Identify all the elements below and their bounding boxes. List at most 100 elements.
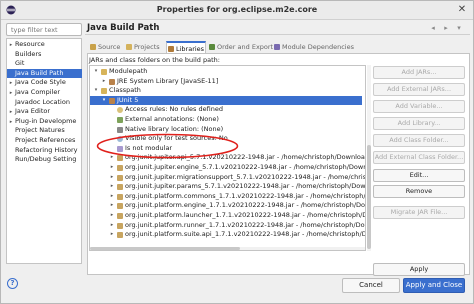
expand-arrow-icon[interactable]: ▸ — [108, 192, 116, 202]
sidebar-item-builders[interactable]: Builders — [7, 50, 82, 60]
back-arrow-icon[interactable]: ◂ — [427, 23, 439, 33]
sidebar-item-label: Javadoc Location — [15, 97, 70, 106]
jar-icon — [117, 213, 123, 219]
sidebar-item-label: Java Compiler — [15, 88, 61, 96]
tab-source[interactable]: Source — [89, 41, 123, 53]
sidebar-item-java-build-path[interactable]: Java Build Path — [7, 68, 82, 79]
expand-arrow-icon[interactable]: ▸ — [108, 201, 116, 211]
sidebar-item-label: Project Natures — [15, 126, 65, 135]
apply-button[interactable]: Apply — [373, 263, 465, 276]
add-external-class-folder-button[interactable]: Add External Class Folder... — [373, 151, 465, 164]
tree-row[interactable]: ▸ org.junit.platform.suite.api_1.7.1.v202… — [90, 230, 365, 240]
forward-arrow-icon[interactable]: ▸ — [440, 23, 452, 33]
tab-order-and-export[interactable]: Order and Export — [208, 41, 273, 53]
cancel-button[interactable]: Cancel — [342, 278, 400, 293]
sidebar-item-project-natures[interactable]: Project Natures — [7, 126, 82, 136]
tree-row-label: Modulepath — [109, 67, 148, 75]
tree-horizontal-scrollbar[interactable] — [90, 247, 365, 250]
title-bar[interactable]: Properties for org.eclipse.m2e.core ✕ — [1, 1, 473, 20]
jar-icon — [117, 165, 123, 171]
tree-row[interactable]: ▸ org.junit.jupiter.migrationsupport_5.7.… — [90, 173, 365, 183]
property-page-tree[interactable]: ▸ Resource Builders Git Java Build Path ▸ Java… — [6, 38, 82, 264]
remove-button[interactable]: Remove — [373, 185, 465, 198]
tree-row[interactable]: ▾ Modulepath — [90, 67, 362, 77]
close-icon[interactable]: ✕ — [456, 4, 468, 16]
tab-libraries[interactable]: Libraries — [166, 41, 206, 53]
expand-arrow-icon[interactable]: ▸ — [108, 182, 116, 192]
expand-arrow-icon[interactable]: ▸ — [7, 108, 15, 117]
sidebar-item-label: Java Build Path — [15, 68, 64, 77]
sidebar-item-label: Project References — [15, 136, 76, 144]
expand-arrow-icon[interactable]: ▸ — [108, 230, 116, 240]
tab-module-dependencies[interactable]: Module Dependencies — [273, 41, 355, 53]
tab-icon — [274, 44, 280, 50]
tab-icon — [168, 46, 174, 52]
tree-row[interactable]: Access rules: No rules defined — [90, 105, 362, 115]
help-icon[interactable]: ? — [7, 278, 18, 289]
add-variable-button[interactable]: Add Variable... — [373, 100, 465, 113]
add-jars-button[interactable]: Add JARs... — [373, 66, 465, 79]
filter-input[interactable] — [6, 23, 82, 36]
annot-icon — [117, 117, 123, 123]
add-class-folder-button[interactable]: Add Class Folder... — [373, 134, 465, 147]
libraries-description: JARs and class folders on the build path… — [89, 56, 220, 64]
sidebar-item-label: Builders — [15, 49, 42, 58]
expand-arrow-icon[interactable]: ▸ — [7, 41, 15, 50]
expand-arrow-icon[interactable]: ▸ — [108, 163, 116, 173]
sidebar-item-plug-in-developme[interactable]: ▸ Plug-in Developme — [7, 117, 82, 127]
tab-label: Module Dependencies — [282, 43, 354, 51]
expand-arrow-icon[interactable]: ▸ — [100, 77, 108, 87]
tree-row[interactable]: ▸ org.junit.jupiter.engine_5.7.1.v2021022… — [90, 163, 365, 173]
tab-projects[interactable]: Projects — [125, 41, 165, 53]
migrate-jar-file-button[interactable]: Migrate JAR File... — [373, 206, 465, 219]
tree-row-label: Classpath — [109, 86, 141, 95]
library-icon — [109, 78, 115, 85]
expand-arrow-icon[interactable]: ▸ — [108, 211, 116, 221]
sidebar-item-java-editor[interactable]: ▸ Java Editor — [7, 107, 82, 117]
native-icon — [117, 126, 123, 133]
scrollbar-thumb[interactable] — [90, 247, 240, 250]
expand-arrow-icon[interactable]: ▸ — [7, 89, 15, 98]
sidebar-item-resource[interactable]: ▸ Resource — [7, 40, 82, 50]
tree-row-label: External annotations: (None) — [125, 115, 219, 123]
expand-arrow-icon[interactable]: ▾ — [100, 96, 108, 106]
tree-row-label: org.junit.jupiter.engine_5.7.1.v20210222… — [125, 163, 366, 171]
sidebar-item-javadoc-location[interactable]: Javadoc Location — [7, 98, 82, 108]
sidebar-item-run-debug-setting[interactable]: Run/Debug Setting — [7, 155, 82, 165]
tree-row[interactable]: ▸ org.junit.jupiter.params_5.7.1.v2021022… — [90, 182, 365, 192]
sidebar-item-label: Java Editor — [15, 107, 51, 116]
expand-arrow-icon[interactable]: ▸ — [7, 118, 15, 127]
sidebar-item-refactoring-history[interactable]: Refactoring History — [7, 146, 82, 156]
tree-row[interactable]: ▸ org.junit.platform.runner_1.7.1.v202102… — [90, 221, 365, 231]
tree-row[interactable]: ▸ org.junit.platform.commons_1.7.1.v20210… — [90, 192, 365, 202]
tree-row[interactable]: ▾ JUnit 5 — [90, 95, 362, 106]
add-library-button[interactable]: Add Library... — [373, 117, 465, 130]
sidebar-item-label: Run/Debug Setting — [15, 155, 77, 164]
sidebar-item-project-references[interactable]: Project References — [7, 136, 82, 146]
jar-icon — [117, 222, 123, 229]
folder-icon — [101, 88, 107, 95]
expand-arrow-icon[interactable]: ▾ — [92, 67, 100, 77]
tree-row[interactable]: ▸ org.junit.platform.launcher_1.7.1.v2021… — [90, 211, 365, 221]
scrollbar-thumb[interactable] — [367, 145, 371, 249]
expand-arrow-icon[interactable]: ▸ — [108, 221, 116, 231]
sidebar-item-java-code-style[interactable]: ▸ Java Code Style — [7, 78, 82, 88]
sidebar-item-label: Plug-in Developme — [15, 116, 77, 125]
menu-arrow-icon[interactable]: ▾ — [453, 23, 465, 33]
apply-and-close-button[interactable]: Apply and Close — [403, 278, 465, 293]
sidebar-item-java-compiler[interactable]: ▸ Java Compiler — [7, 88, 82, 98]
expand-arrow-icon[interactable]: ▾ — [92, 86, 100, 96]
tree-row[interactable]: ▸ JRE System Library [JavaSE-11] — [90, 77, 362, 87]
tree-row[interactable]: External annotations: (None) — [90, 115, 362, 125]
expand-arrow-icon[interactable]: ▸ — [7, 79, 15, 88]
add-external-jars-button[interactable]: Add External JARs... — [373, 83, 465, 96]
sidebar-item-git[interactable]: Git — [7, 59, 82, 69]
tree-row[interactable]: ▸ org.junit.platform.engine_1.7.1.v202102… — [90, 201, 365, 211]
expand-arrow-icon[interactable]: ▸ — [108, 173, 116, 183]
tree-row[interactable]: ▾ Classpath — [90, 86, 362, 96]
tree-row-label: org.junit.platform.suite.api_1.7.1.v2021… — [125, 230, 366, 239]
tree-vertical-scrollbar[interactable] — [367, 65, 371, 251]
edit-button[interactable]: Edit... — [373, 169, 465, 182]
tab-label: Libraries — [176, 45, 205, 53]
key-icon — [117, 107, 123, 114]
